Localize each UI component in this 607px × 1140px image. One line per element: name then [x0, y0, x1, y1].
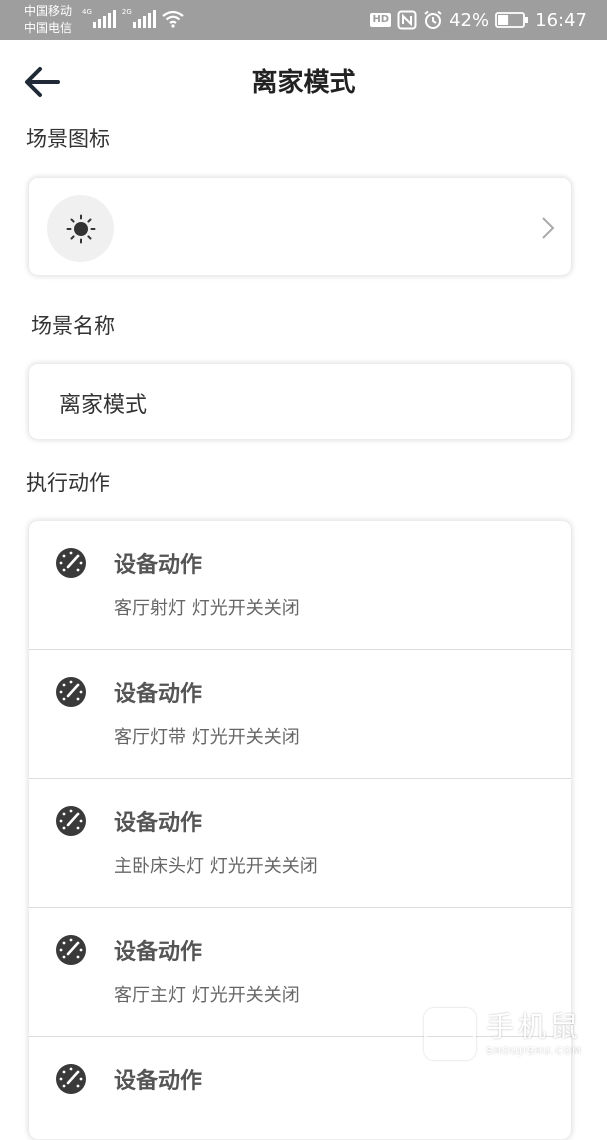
battery-icon — [495, 12, 529, 28]
wifi-icon — [162, 10, 184, 28]
action-item[interactable]: 设备动作 主卧床头灯 灯光开关关闭 — [29, 779, 571, 908]
action-item[interactable]: 设备动作 客厅射灯 灯光开关关闭 — [29, 521, 571, 650]
action-title: 设备动作 — [114, 811, 203, 836]
network-2: 2G — [122, 8, 156, 28]
gauge-icon — [56, 548, 86, 578]
hd-badge: HD — [370, 13, 392, 27]
gauge-icon — [56, 677, 86, 707]
page-title: 离家模式 — [251, 68, 356, 98]
watermark-text: 手机鼠 — [486, 1010, 583, 1043]
network-type-2: 2G — [121, 8, 132, 16]
scene-icon-label: 场景图标 — [26, 127, 110, 151]
chevron-right-icon — [542, 217, 555, 239]
network-type-1: 4G — [82, 8, 92, 16]
scene-icon-preview — [47, 195, 114, 262]
actions-label: 执行动作 — [26, 471, 110, 495]
action-description: 主卧床头灯 灯光开关关闭 — [114, 856, 318, 877]
battery-percent: 42% — [449, 9, 490, 31]
scene-name-label: 场景名称 — [31, 314, 115, 338]
carrier-1: 中国移动 — [24, 4, 73, 18]
scene-name-field[interactable]: 离家模式 — [28, 363, 572, 440]
scene-name-value[interactable]: 离家模式 — [59, 364, 147, 441]
scene-icon-selector[interactable] — [28, 177, 572, 276]
gauge-icon — [56, 1064, 86, 1094]
network-1: 4G — [82, 8, 116, 28]
carrier-block: 中国移动 中国电信 — [24, 3, 72, 37]
watermark-subtext: SHOUJISHU.COM — [486, 1046, 582, 1057]
signal-icon — [92, 10, 116, 28]
action-description: 客厅主灯 灯光开关关闭 — [114, 985, 300, 1006]
sun-icon — [66, 214, 95, 243]
action-description: 客厅灯带 灯光开关关闭 — [114, 727, 300, 748]
action-item[interactable]: 设备动作 客厅灯带 灯光开关关闭 — [29, 650, 571, 779]
clock: 16:47 — [535, 9, 587, 31]
header: 离家模式 — [0, 40, 607, 124]
alarm-icon — [424, 10, 442, 29]
gauge-icon — [56, 935, 86, 965]
action-title: 设备动作 — [114, 1069, 203, 1094]
action-title: 设备动作 — [114, 940, 203, 965]
signal-icon — [132, 10, 156, 28]
action-description: 客厅射灯 灯光开关关闭 — [114, 598, 300, 619]
status-bar: 中国移动 中国电信 4G 2G HD 42% 16:47 — [0, 0, 607, 40]
carrier-2: 中国电信 — [24, 21, 73, 35]
network-indicators: 4G 2G — [82, 8, 184, 28]
watermark-logo — [424, 1008, 476, 1060]
gauge-icon — [56, 806, 86, 836]
action-title: 设备动作 — [114, 553, 203, 578]
status-right: HD 42% 16:47 — [370, 8, 587, 32]
action-title: 设备动作 — [114, 682, 203, 707]
watermark: 手机鼠 SHOUJISHU.COM — [424, 1008, 594, 1068]
nfc-icon — [397, 10, 417, 30]
